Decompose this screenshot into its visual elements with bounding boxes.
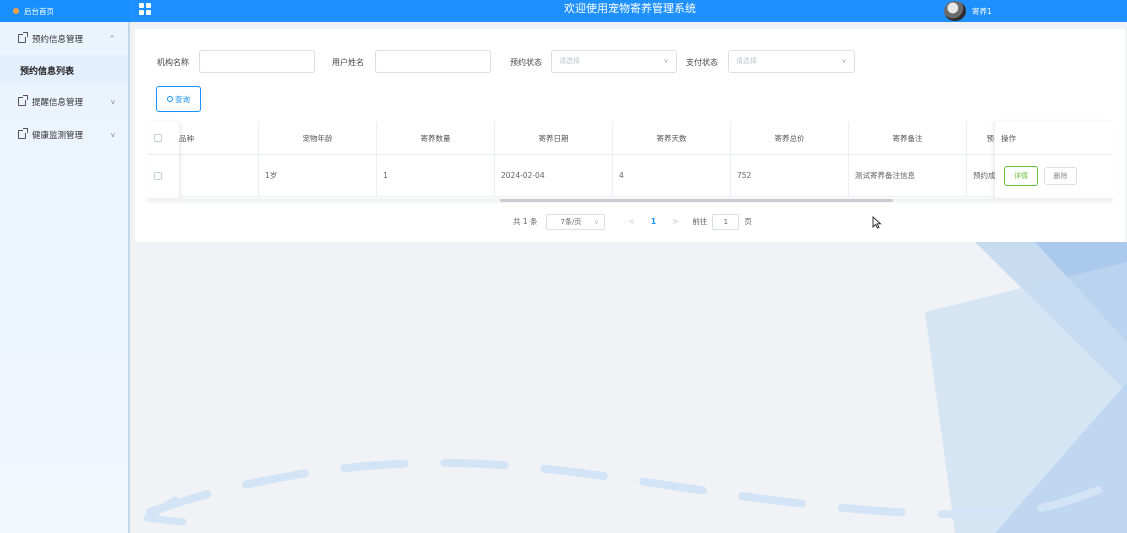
sidebar-item-booking-management[interactable]: 预约信息管理 ^ (0, 22, 128, 55)
user-menu[interactable]: 寄养1 (944, 0, 992, 22)
chevron-up-icon: ^ (109, 34, 115, 43)
document-icon (18, 32, 28, 43)
search-button[interactable]: 查询 (156, 86, 201, 112)
menu-grid-icon[interactable] (139, 3, 151, 15)
detail-button[interactable]: 详情 (1004, 166, 1038, 186)
chevron-down-icon: v (110, 97, 115, 106)
chevron-down-icon: v (663, 57, 668, 65)
org-name-label: 机构名称 (157, 58, 189, 67)
booking-status-label: 预约状态 (510, 58, 542, 67)
pay-status-label: 支付状态 (686, 58, 718, 67)
select-all-checkbox[interactable] (154, 134, 162, 142)
cell-age: 1岁 (259, 155, 377, 196)
user-name-label: 用户姓名 (332, 58, 364, 67)
fixed-select-column (147, 122, 179, 198)
search-button-label: 查询 (175, 94, 190, 104)
cell-total: 752 (731, 155, 849, 196)
home-icon (13, 8, 19, 14)
sidebar-item-label: 预约信息列表 (20, 66, 75, 77)
horizontal-scrollbar[interactable] (147, 198, 1113, 203)
pagination: 共 1 条 7条/页 v < 1 > 前往 1 页 (513, 213, 752, 230)
chevron-down-icon: v (841, 57, 846, 65)
fixed-actions-column: 操作 详情 删除 (995, 122, 1113, 198)
column-header: 寄养数量 (377, 122, 495, 154)
main-card: 机构名称 用户姓名 预约状态 请选择 v 支付状态 请选择 v 查询 品种 宠物… (135, 29, 1125, 242)
booking-table: 品种 宠物年龄 寄养数量 寄养日期 寄养天数 寄养总价 寄养备注 预 1岁 1 … (147, 122, 1113, 203)
total-count: 共 1 条 (513, 217, 538, 226)
pay-status-select[interactable]: 请选择 v (728, 50, 855, 73)
column-header: 宠物年龄 (259, 122, 377, 154)
top-bar: 后台首页 欢迎使用宠物寄养管理系统 寄养1 (0, 0, 1127, 22)
column-header: 品种 (179, 122, 259, 154)
sidebar-item-label: 健康监测管理 (32, 130, 84, 141)
cell-breed (179, 155, 259, 196)
org-name-input[interactable] (199, 50, 315, 73)
cell-date: 2024-02-04 (495, 155, 613, 196)
table-row[interactable]: 1岁 1 2024-02-04 4 752 测试寄养备注信息 预约成 (147, 155, 1113, 197)
home-link-label: 后台首页 (24, 6, 54, 16)
document-icon (18, 128, 28, 139)
document-icon (18, 95, 28, 106)
column-header-actions: 操作 (995, 122, 1113, 155)
sidebar-item-reminder-management[interactable]: 提醒信息管理 v (0, 85, 128, 118)
decorative-background (135, 242, 1127, 533)
pay-status-placeholder: 请选择 (736, 57, 757, 65)
column-header: 预 (967, 122, 997, 154)
column-header: 寄养总价 (731, 122, 849, 154)
column-header: 寄养日期 (495, 122, 613, 154)
delete-button[interactable]: 删除 (1044, 167, 1077, 185)
page-size-value: 7条/页 (560, 217, 582, 226)
home-link[interactable]: 后台首页 (0, 0, 130, 22)
page-number[interactable]: 1 (651, 217, 656, 226)
page-size-select[interactable]: 7条/页 v (545, 213, 605, 230)
booking-status-placeholder: 请选择 (559, 57, 580, 65)
cell-days: 4 (613, 155, 731, 196)
next-page-icon[interactable]: > (672, 217, 678, 226)
cell-status: 预约成 (967, 155, 997, 196)
cell-remark: 测试寄养备注信息 (849, 155, 967, 196)
page-suffix: 页 (744, 217, 752, 226)
filter-form: 机构名称 用户姓名 预约状态 请选择 v 支付状态 请选择 v (135, 49, 1125, 74)
search-icon (167, 96, 173, 102)
chevron-down-icon: v (110, 130, 115, 139)
scrollbar-thumb[interactable] (500, 199, 893, 202)
sidebar-item-health-management[interactable]: 健康监测管理 v (0, 118, 128, 151)
row-checkbox[interactable] (154, 172, 162, 180)
user-name-input[interactable] (375, 50, 491, 73)
table-header: 品种 宠物年龄 寄养数量 寄养日期 寄养天数 寄养总价 寄养备注 预 (147, 122, 1113, 155)
sidebar: 预约信息管理 ^ 预约信息列表 提醒信息管理 v 健康监测管理 v (0, 22, 130, 533)
avatar[interactable] (944, 1, 966, 21)
goto-page-input[interactable]: 1 (712, 213, 740, 230)
goto-label: 前往 (692, 217, 708, 226)
mouse-cursor-icon (872, 216, 882, 229)
sidebar-item-booking-list[interactable]: 预约信息列表 (0, 55, 128, 85)
column-header: 寄养天数 (613, 122, 731, 154)
chevron-down-icon: v (594, 217, 599, 226)
sidebar-item-label: 提醒信息管理 (32, 97, 84, 108)
cell-count: 1 (377, 155, 495, 196)
column-header: 寄养备注 (849, 122, 967, 154)
sidebar-item-label: 预约信息管理 (32, 34, 84, 45)
app-title: 欢迎使用宠物寄养管理系统 (564, 2, 696, 15)
prev-page-icon[interactable]: < (629, 217, 635, 226)
username: 寄养1 (972, 6, 992, 16)
booking-status-select[interactable]: 请选择 v (551, 50, 677, 73)
